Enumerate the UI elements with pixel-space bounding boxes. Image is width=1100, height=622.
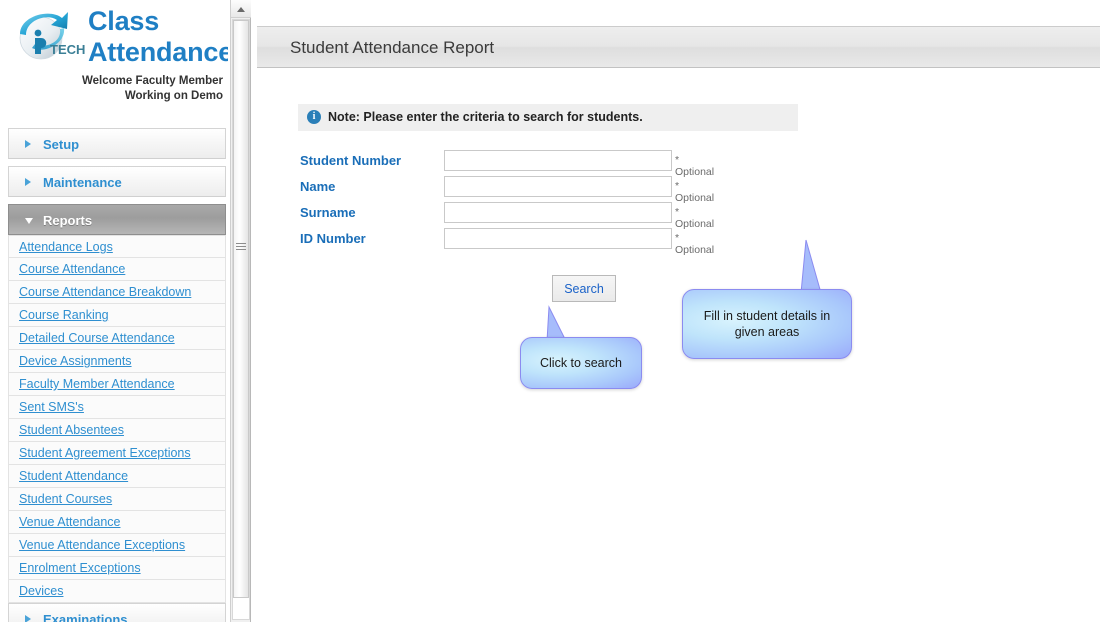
callout-click-to-search: Click to search — [520, 337, 642, 389]
sidebar-report-link-item[interactable]: Course Attendance — [8, 258, 226, 281]
callout-tail-search — [544, 303, 570, 342]
sidebar-report-link-item[interactable]: Detailed Course Attendance — [8, 327, 226, 350]
sidebar-report-link[interactable]: Course Attendance Breakdown — [19, 285, 191, 299]
form-input[interactable] — [444, 176, 672, 197]
sidebar-report-link-item[interactable]: Sent SMS's — [8, 396, 226, 419]
form-label: Student Number — [300, 153, 402, 168]
optional-hint: * Optional — [675, 206, 715, 230]
callout-fill-in-details-text: Fill in student details in given areas — [703, 309, 831, 339]
search-button[interactable]: Search — [552, 275, 616, 302]
sidebar-report-link[interactable]: Venue Attendance — [19, 515, 120, 529]
sidebar-report-link[interactable]: Course Attendance — [19, 262, 125, 276]
sidebar-section-maintenance-label: Maintenance — [43, 175, 122, 190]
welcome-line1: Welcome Faculty Member — [81, 75, 223, 87]
iptech-globe-logo-icon: TECH — [10, 4, 90, 66]
brand-title-line2: Attendance — [88, 37, 228, 67]
welcome-message: Welcome Faculty Member Working on Demo — [5, 74, 223, 104]
callout-fill-in-details: Fill in student details in given areas — [682, 289, 852, 359]
sidebar-report-link-item[interactable]: Student Attendance — [8, 465, 226, 488]
sidebar-report-link-item[interactable]: Student Agreement Exceptions — [8, 442, 226, 465]
sidebar-accordion: Setup Maintenance Reports Attendance Log… — [8, 128, 226, 622]
sidebar-section-setup-label: Setup — [43, 137, 80, 152]
brand-title-line1: Class — [88, 6, 160, 36]
callout-click-to-search-text: Click to search — [540, 356, 622, 370]
sidebar-report-link[interactable]: Student Agreement Exceptions — [19, 446, 191, 460]
optional-hint: * Optional — [675, 180, 715, 204]
sidebar-section-examinations-label: Examinations — [43, 612, 128, 622]
sidebar-report-link-item[interactable]: Student Absentees — [8, 419, 226, 442]
chevron-right-icon — [25, 139, 31, 148]
sidebar-report-link-item[interactable]: Attendance Logs — [8, 235, 226, 258]
callout-tail-fields — [797, 238, 827, 294]
sidebar-report-link[interactable]: Device Assignments — [19, 354, 132, 368]
sidebar-report-link-item[interactable]: Device Assignments — [8, 350, 226, 373]
chevron-down-icon — [25, 217, 33, 224]
chevron-right-icon — [25, 614, 31, 622]
sidebar-report-link[interactable]: Detailed Course Attendance — [19, 331, 175, 345]
sidebar-report-link-item[interactable]: Student Courses — [8, 488, 226, 511]
sidebar-section-setup[interactable]: Setup — [8, 128, 226, 159]
optional-hint: * Optional — [675, 232, 715, 256]
form-input[interactable] — [444, 150, 672, 171]
application-window: TECH Class Attendance Welcome Faculty Me… — [0, 0, 1100, 622]
sidebar-report-link-item[interactable]: Venue Attendance — [8, 511, 226, 534]
reports-link-list: Attendance Logs Course Attendance Course A… — [8, 235, 226, 603]
note-text: Note: Please enter the criteria to searc… — [328, 110, 643, 124]
optional-hint: * Optional — [675, 154, 715, 178]
page-title: Student Attendance Report — [290, 38, 495, 57]
scrollbar-grip-icon — [236, 243, 246, 252]
scroll-up-arrow-icon[interactable] — [231, 0, 251, 18]
brand-header: TECH Class Attendance Welcome Faculty Me… — [0, 0, 228, 112]
scrollbar-thumb[interactable] — [233, 20, 249, 598]
sidebar-report-link[interactable]: Faculty Member Attendance — [19, 377, 175, 391]
sidebar-section-examinations[interactable]: Examinations — [8, 603, 226, 622]
sidebar-section-maintenance[interactable]: Maintenance — [8, 166, 226, 197]
sidebar-report-link-item[interactable]: Venue Attendance Exceptions — [8, 534, 226, 557]
main-content: Student Attendance Report i Note: Please… — [252, 0, 1100, 622]
form-input[interactable] — [444, 202, 672, 223]
sidebar-report-link[interactable]: Attendance Logs — [19, 240, 113, 254]
brand-title: Class Attendance — [88, 6, 228, 68]
form-label: Name — [300, 179, 336, 194]
sidebar-report-link-item[interactable]: Course Ranking — [8, 304, 226, 327]
note-bar: i Note: Please enter the criteria to sea… — [298, 104, 798, 131]
sidebar-report-link-item[interactable]: Course Attendance Breakdown — [8, 281, 226, 304]
svg-text:TECH: TECH — [50, 42, 85, 57]
form-input[interactable] — [444, 228, 672, 249]
sidebar-section-reports-label: Reports — [43, 213, 93, 228]
sidebar-report-link[interactable]: Sent SMS's — [19, 400, 84, 414]
sidebar-report-link-item[interactable]: Faculty Member Attendance — [8, 373, 226, 396]
sidebar-report-link[interactable]: Devices — [19, 584, 63, 598]
sidebar-report-link[interactable]: Venue Attendance Exceptions — [19, 538, 185, 552]
sidebar-report-link[interactable]: Student Attendance — [19, 469, 128, 483]
triangle-up-icon — [237, 7, 245, 12]
info-icon: i — [307, 110, 321, 124]
form-label: ID Number — [300, 231, 366, 246]
form-label: Surname — [300, 205, 356, 220]
sidebar-report-link[interactable]: Course Ranking — [19, 308, 109, 322]
sidebar-scrollbar[interactable] — [230, 0, 251, 622]
welcome-line2: Working on Demo — [124, 90, 223, 102]
page-header-bar: Student Attendance Report — [257, 26, 1100, 68]
sidebar-report-link[interactable]: Enrolment Exceptions — [19, 561, 141, 575]
sidebar-section-reports[interactable]: Reports — [8, 204, 226, 235]
sidebar: TECH Class Attendance Welcome Faculty Me… — [0, 0, 228, 622]
sidebar-report-link[interactable]: Student Courses — [19, 492, 112, 506]
sidebar-report-link-item[interactable]: Devices — [8, 580, 226, 603]
sidebar-report-link[interactable]: Student Absentees — [19, 423, 124, 437]
chevron-right-icon — [25, 177, 31, 186]
sidebar-report-link-item[interactable]: Enrolment Exceptions — [8, 557, 226, 580]
